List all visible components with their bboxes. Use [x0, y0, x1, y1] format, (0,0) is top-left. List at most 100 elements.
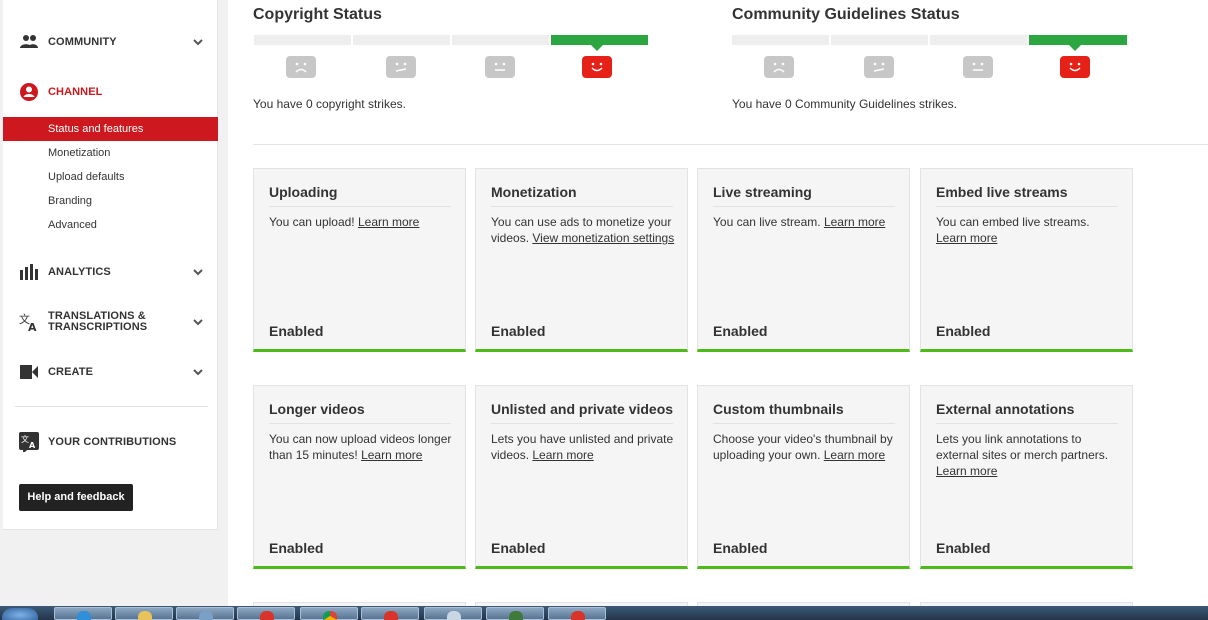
translate-box-icon: 文A [19, 432, 39, 452]
feature-card-longer-videos: Longer videos You can now upload videos … [253, 385, 466, 569]
sub-advanced[interactable]: Advanced [3, 213, 218, 237]
card-title: Custom thumbnails [713, 401, 895, 424]
video-camera-icon [19, 362, 39, 382]
happy-face-icon [582, 56, 612, 78]
nav-community[interactable]: COMMUNITY [3, 31, 218, 53]
svg-text:A: A [28, 321, 37, 332]
nav-your-contributions-label: YOUR CONTRIBUTIONS [48, 435, 177, 448]
sad-face-icon [286, 56, 316, 78]
nav-analytics-label: ANALYTICS [48, 265, 111, 278]
happy-face-icon [1060, 56, 1090, 78]
learn-more-link[interactable]: Learn more [532, 448, 593, 462]
feature-card-unlisted-private: Unlisted and private videos Lets you hav… [475, 385, 688, 569]
card-description: You can live stream. Learn more [713, 215, 886, 229]
copyright-bar-segment [452, 35, 549, 45]
chevron-down-icon[interactable] [192, 366, 204, 378]
chevron-down-icon[interactable] [192, 266, 204, 278]
sub-branding[interactable]: Branding [3, 189, 218, 213]
guidelines-pointer-icon [1069, 45, 1081, 51]
guidelines-bar-segment-active [1029, 35, 1127, 45]
chevron-down-icon[interactable] [192, 316, 204, 328]
svg-text:文: 文 [21, 434, 29, 444]
people-icon [19, 32, 39, 52]
card-status: Enabled [713, 323, 768, 339]
sidebar: COMMUNITY CHANNEL Status and features Mo… [3, 0, 218, 530]
feature-card-monetization: Monetization You can use ads to monetize… [475, 168, 688, 352]
card-title: External annotations [936, 401, 1118, 424]
sidebar-divider [15, 406, 208, 407]
nav-translations-label-2: TRANSCRIPTIONS [48, 321, 148, 333]
card-title: Longer videos [269, 401, 451, 424]
card-status: Enabled [936, 540, 991, 556]
card-status: Enabled [269, 540, 324, 556]
os-taskbar [0, 606, 1208, 620]
card-description: Lets you have unlisted and private video… [491, 432, 674, 462]
card-description: Lets you link annotations to external si… [936, 432, 1109, 478]
card-status: Enabled [491, 540, 546, 556]
card-status: Enabled [713, 540, 768, 556]
guidelines-strikes-text: You have 0 Community Guidelines strikes. [732, 97, 957, 111]
card-description: Choose your video's thumbnail by uploadi… [713, 432, 893, 462]
card-description: You can now upload videos longer than 15… [269, 432, 452, 462]
copyright-bar-segment-active [551, 35, 648, 45]
card-description: You can upload! Learn more [269, 215, 420, 229]
taskbar-chrome-icon[interactable] [300, 607, 358, 620]
nav-channel[interactable]: CHANNEL [3, 81, 218, 103]
nav-create[interactable]: CREATE [3, 361, 218, 383]
learn-more-link[interactable]: Learn more [936, 464, 997, 478]
feature-card-custom-thumbnails: Custom thumbnails Choose your video's th… [697, 385, 910, 569]
view-monetization-settings-link[interactable]: View monetization settings [532, 231, 674, 245]
skeptical-face-icon [386, 56, 416, 78]
card-status: Enabled [936, 323, 991, 339]
card-status: Enabled [491, 323, 546, 339]
card-status: Enabled [269, 323, 324, 339]
account-circle-icon [19, 82, 39, 102]
learn-more-link[interactable]: Learn more [358, 215, 419, 229]
svg-text:A: A [29, 441, 36, 450]
card-description: You can use ads to monetize your videos.… [491, 215, 675, 245]
feature-card-uploading: Uploading You can upload! Learn more Ena… [253, 168, 466, 352]
section-divider [253, 144, 1208, 145]
card-title: Monetization [491, 184, 673, 207]
taskbar-app-icon[interactable] [548, 607, 606, 620]
taskbar-app-icon[interactable] [237, 607, 295, 620]
learn-more-link[interactable]: Learn more [936, 231, 997, 245]
start-button-icon[interactable] [2, 608, 38, 620]
copyright-bar-segment [353, 35, 450, 45]
feature-card-live-streaming: Live streaming You can live stream. Lear… [697, 168, 910, 352]
nav-analytics[interactable]: ANALYTICS [3, 261, 218, 283]
sub-status-and-features[interactable]: Status and features [3, 117, 218, 141]
learn-more-link[interactable]: Learn more [361, 448, 422, 462]
bar-chart-icon [19, 262, 39, 282]
taskbar-app-icon[interactable] [361, 607, 419, 620]
sub-upload-defaults[interactable]: Upload defaults [3, 165, 218, 189]
learn-more-link[interactable]: Learn more [824, 215, 885, 229]
taskbar-app-icon[interactable] [424, 607, 482, 620]
card-title: Embed live streams [936, 184, 1118, 207]
guidelines-bar-segment [930, 35, 1027, 45]
sub-monetization[interactable]: Monetization [3, 141, 218, 165]
sad-face-icon [764, 56, 794, 78]
main-content: Copyright Status You have 0 copyright st… [228, 0, 1208, 606]
taskbar-app-icon[interactable] [176, 607, 234, 620]
taskbar-folder-icon[interactable] [115, 607, 173, 620]
nav-your-contributions[interactable]: 文A YOUR CONTRIBUTIONS [3, 431, 218, 453]
nav-community-label: COMMUNITY [48, 35, 117, 48]
taskbar-app-icon[interactable] [486, 607, 544, 620]
nav-create-label: CREATE [48, 365, 94, 378]
copyright-pointer-icon [591, 45, 603, 51]
neutral-face-icon [485, 56, 515, 78]
card-title: Live streaming [713, 184, 895, 207]
learn-more-link[interactable]: Learn more [824, 448, 885, 462]
card-title: Unlisted and private videos [491, 401, 673, 424]
help-and-feedback-button[interactable]: Help and feedback [19, 484, 133, 511]
copyright-status-title: Copyright Status [253, 6, 382, 23]
chevron-down-icon[interactable] [192, 36, 204, 48]
guidelines-bar-segment [831, 35, 928, 45]
guidelines-status-title: Community Guidelines Status [732, 6, 960, 23]
card-description: You can embed live streams. Learn more [936, 215, 1090, 245]
nav-translations[interactable]: 文A TRANSLATIONS & TRANSCRIPTIONS [3, 310, 218, 334]
translate-icon: 文A [19, 312, 39, 332]
feature-card-external-annotations: External annotations Lets you link annot… [920, 385, 1133, 569]
taskbar-ie-icon[interactable] [54, 607, 112, 620]
